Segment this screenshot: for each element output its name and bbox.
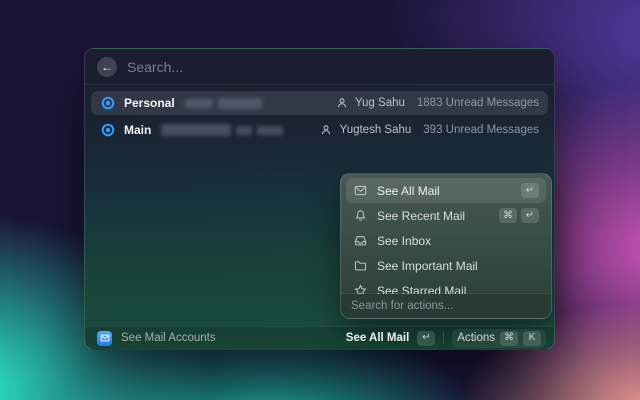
account-name: Personal	[124, 96, 175, 110]
person-icon	[319, 123, 334, 138]
menu-item-see-recent-mail[interactable]: See Recent Mail ⌘ ↵	[346, 203, 546, 228]
account-radio-icon	[100, 123, 115, 138]
folder-icon	[353, 258, 368, 273]
mail-app-icon	[97, 331, 112, 346]
footer-app-label[interactable]: See Mail Accounts	[121, 332, 216, 344]
search-bar: ← Search...	[85, 49, 554, 85]
envelope-icon	[353, 183, 368, 198]
unread-count: 393 Unread Messages	[423, 124, 539, 136]
actions-list: See All Mail ↵ See Recent Mail ⌘ ↵	[341, 174, 551, 294]
account-name: Main	[124, 123, 151, 137]
menu-item-see-important-mail[interactable]: See Important Mail	[346, 253, 546, 278]
menu-item-see-starred-mail[interactable]: See Starred Mail	[346, 278, 546, 294]
back-arrow-icon: ←	[101, 61, 113, 73]
return-key-badge: ↵	[521, 208, 539, 223]
footer-actions: See All Mail ↵ Actions ⌘ K	[346, 329, 546, 348]
menu-item-label: See Important Mail	[377, 259, 478, 273]
primary-action-label[interactable]: See All Mail	[346, 332, 410, 344]
actions-search[interactable]: Search for actions...	[341, 293, 551, 318]
command-key-badge: ⌘	[499, 208, 517, 223]
account-radio-icon	[100, 96, 115, 111]
command-key-badge: ⌘	[500, 331, 518, 346]
account-row-main[interactable]: Main Yugtesh Sahu 393 Unread Messages	[91, 118, 548, 142]
menu-item-keys: ↵	[521, 183, 539, 198]
account-meta: Yug Sahu 1883 Unread Messages	[334, 96, 539, 111]
menu-item-label: See Recent Mail	[377, 209, 465, 223]
account-owner: Yugtesh Sahu	[340, 124, 412, 136]
inbox-icon	[353, 233, 368, 248]
redacted-email	[185, 98, 262, 109]
k-key-badge: K	[523, 331, 541, 346]
redacted-email	[161, 124, 283, 136]
person-icon	[334, 96, 349, 111]
back-button[interactable]: ←	[97, 57, 117, 77]
return-key-badge: ↵	[417, 331, 435, 346]
actions-button[interactable]: Actions ⌘ K	[452, 329, 546, 348]
unread-count: 1883 Unread Messages	[417, 97, 539, 109]
search-input[interactable]: Search...	[127, 59, 183, 75]
footer-separator	[443, 332, 444, 344]
actions-popup: See All Mail ↵ See Recent Mail ⌘ ↵	[340, 173, 552, 319]
actions-search-placeholder: Search for actions...	[351, 300, 453, 312]
account-row-personal[interactable]: Personal Yug Sahu 1883 Unread Messages	[91, 91, 548, 115]
desktop: { "colors": { "accent_blue": "#2f9bff", …	[0, 0, 640, 400]
account-meta: Yugtesh Sahu 393 Unread Messages	[319, 123, 539, 138]
account-owner: Yug Sahu	[355, 97, 405, 109]
footer-bar: See Mail Accounts See All Mail ↵ Actions…	[85, 326, 554, 349]
menu-item-label: See Inbox	[377, 234, 431, 248]
bell-icon	[353, 208, 368, 223]
menu-item-label: See All Mail	[377, 184, 440, 198]
menu-item-keys: ⌘ ↵	[499, 208, 539, 223]
actions-button-label: Actions	[457, 332, 495, 344]
launcher-window: ← Search... Personal Yug Sahu 1883 Unrea…	[84, 48, 555, 350]
menu-item-see-inbox[interactable]: See Inbox	[346, 228, 546, 253]
menu-item-see-all-mail[interactable]: See All Mail ↵	[346, 178, 546, 203]
return-key-badge: ↵	[521, 183, 539, 198]
